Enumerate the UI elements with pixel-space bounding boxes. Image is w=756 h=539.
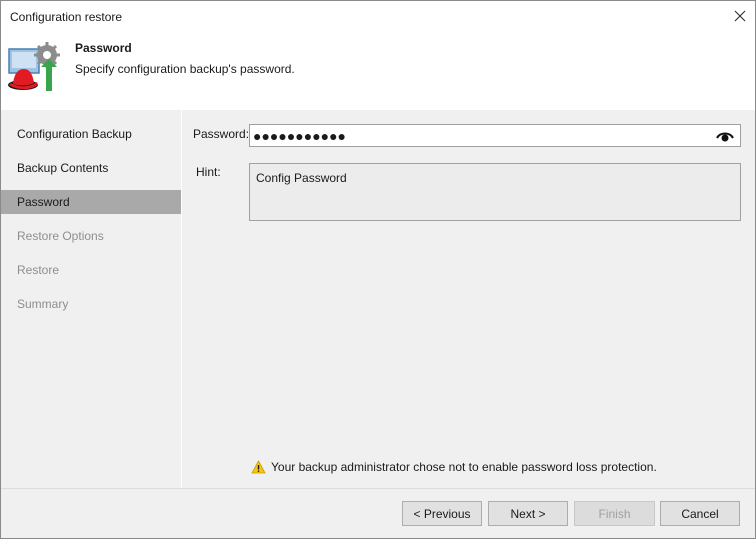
- wizard-header: Password Specify configuration backup's …: [1, 33, 755, 110]
- password-field[interactable]: ●●●●●●●●●●●: [249, 124, 741, 147]
- sidebar-item-configuration-backup[interactable]: Configuration Backup: [1, 122, 181, 146]
- wizard-footer: < Previous Next > Finish Cancel: [1, 488, 755, 538]
- close-button[interactable]: [725, 1, 755, 31]
- finish-button: Finish: [574, 501, 655, 526]
- hint-label: Hint:: [196, 165, 221, 179]
- warning-text: Your backup administrator chose not to e…: [271, 460, 657, 474]
- wizard-steps-sidebar: Configuration Backup Backup Contents Pas…: [1, 110, 182, 488]
- sidebar-item-password[interactable]: Password: [1, 190, 181, 214]
- sidebar-item-summary: Summary: [17, 297, 69, 311]
- sidebar-item-backup-contents[interactable]: Backup Contents: [1, 156, 181, 180]
- show-password-eye-icon[interactable]: [716, 129, 734, 143]
- window-title: Configuration restore: [10, 10, 123, 24]
- cancel-button[interactable]: Cancel: [660, 501, 740, 526]
- hint-field: Config Password: [249, 163, 741, 221]
- password-value: ●●●●●●●●●●●: [253, 128, 347, 144]
- sidebar-item-restore: Restore: [17, 263, 60, 277]
- password-loss-warning: Your backup administrator chose not to e…: [251, 460, 657, 474]
- next-button[interactable]: Next >: [488, 501, 568, 526]
- previous-button[interactable]: < Previous: [402, 501, 482, 526]
- wizard-body: Configuration Backup Backup Contents Pas…: [1, 110, 755, 488]
- close-icon: [734, 10, 746, 22]
- password-label: Password:: [193, 127, 250, 141]
- page-subtitle: Specify configuration backup's password.: [75, 62, 295, 76]
- config-restore-icon: [8, 42, 60, 91]
- title-bar: Configuration restore: [1, 1, 755, 33]
- password-step-content: Password: ●●●●●●●●●●● Hint: Config Passw…: [182, 110, 755, 488]
- page-title: Password: [75, 41, 132, 55]
- warning-triangle-icon: [251, 460, 266, 474]
- sidebar-item-restore-options: Restore Options: [17, 229, 104, 243]
- hint-value: Config Password: [256, 171, 347, 185]
- configuration-restore-window: Configuration restore Password Specify c…: [0, 0, 756, 539]
